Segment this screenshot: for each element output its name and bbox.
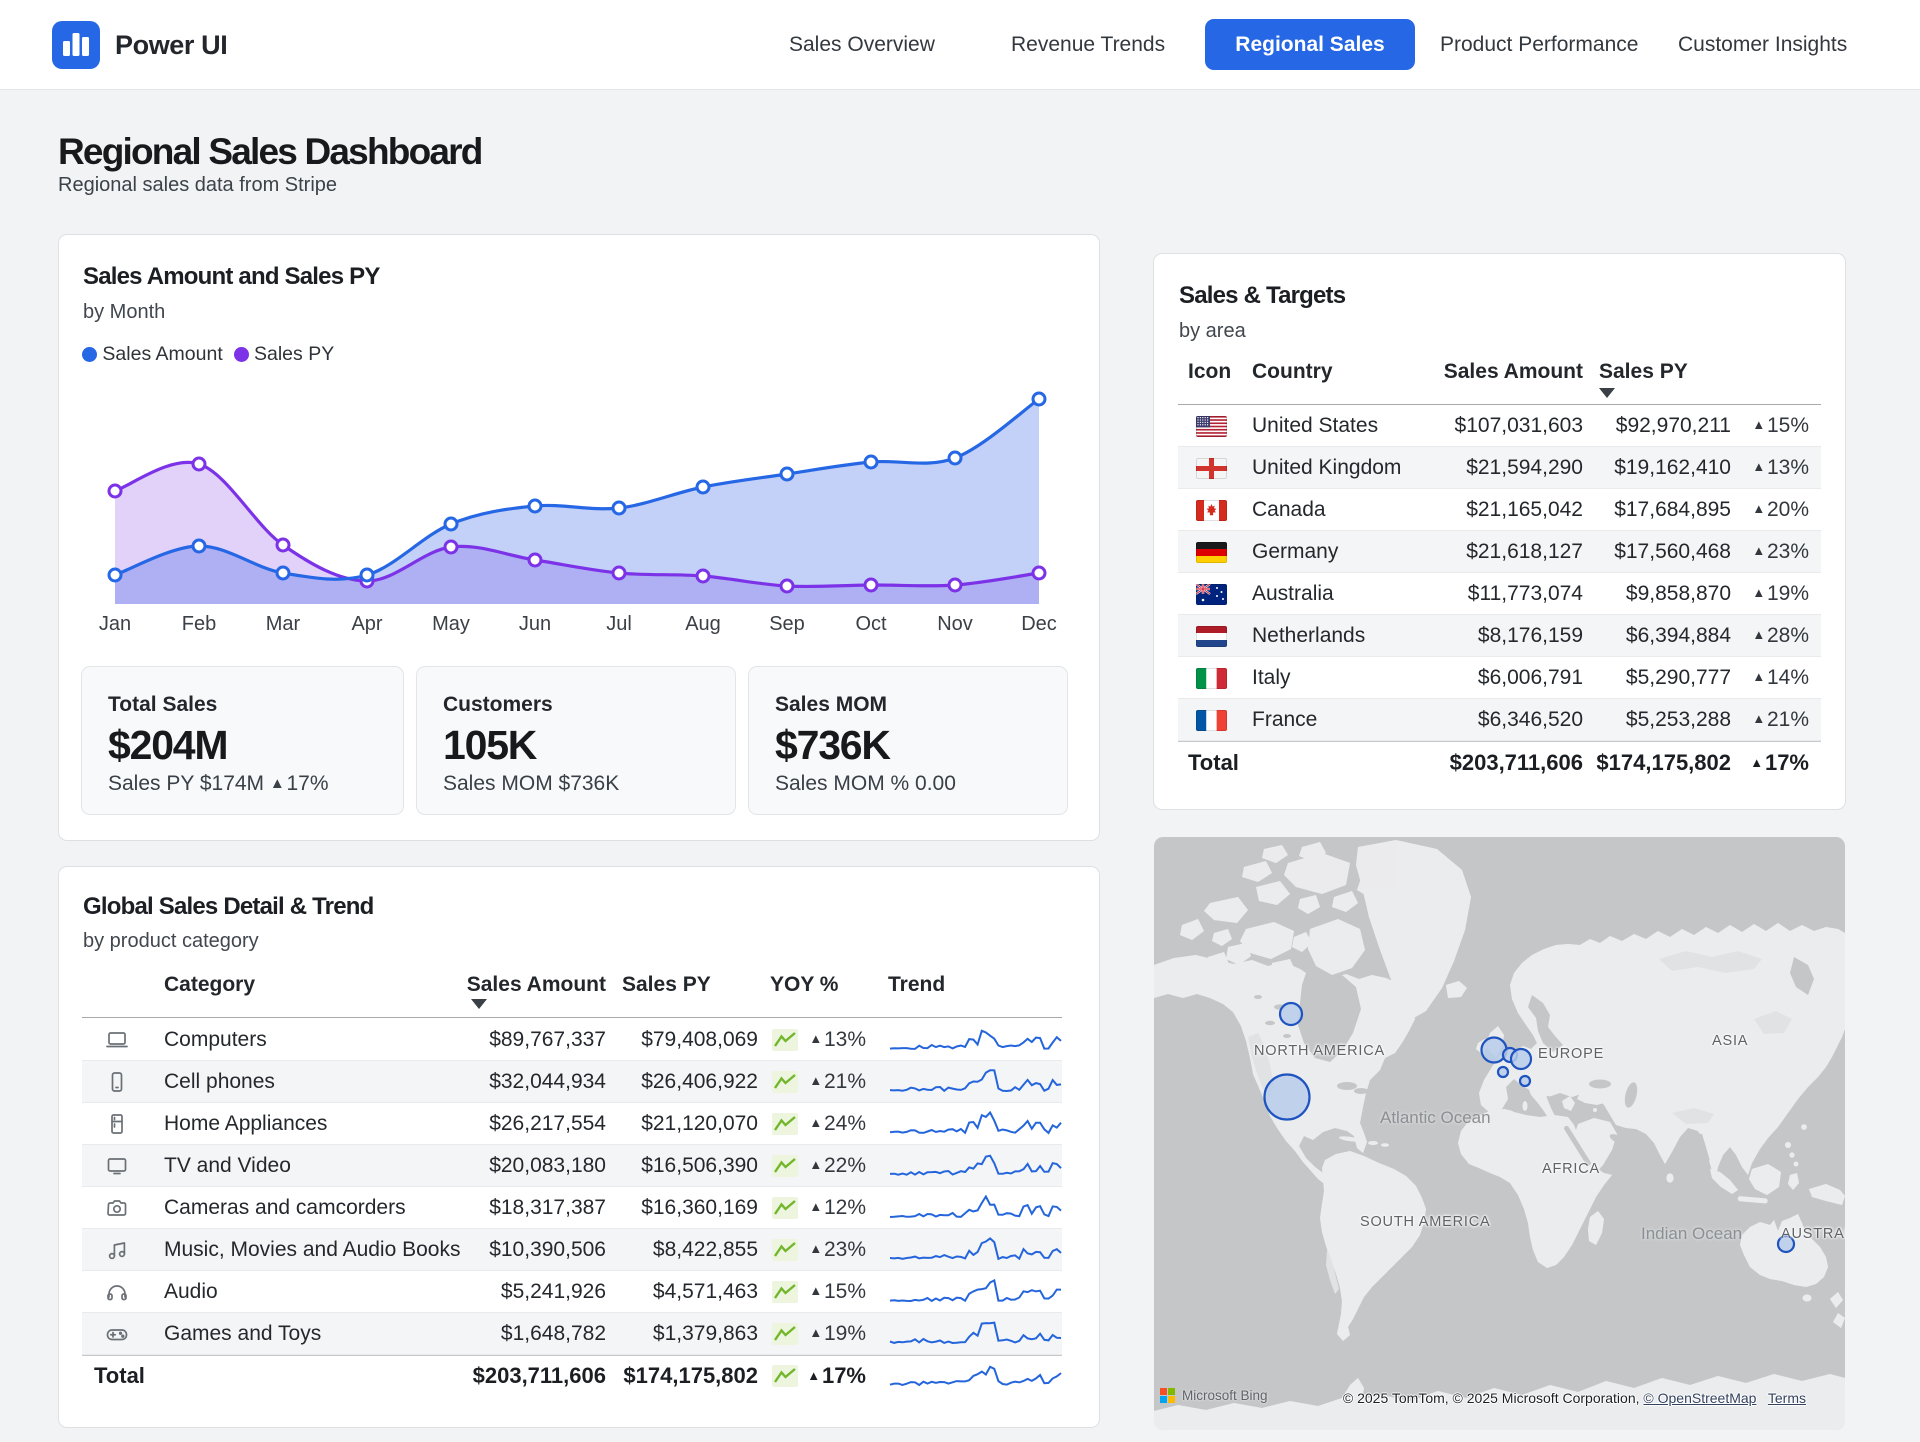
svg-text:Nov: Nov	[937, 613, 973, 635]
svg-text:Oct: Oct	[855, 613, 887, 635]
svg-text:Jul: Jul	[606, 613, 632, 635]
svg-text:Dec: Dec	[1021, 613, 1057, 635]
svg-text:Jan: Jan	[99, 613, 131, 635]
svg-text:Apr: Apr	[351, 613, 382, 635]
svg-text:Aug: Aug	[685, 613, 721, 635]
svg-text:May: May	[432, 613, 470, 635]
svg-text:Sep: Sep	[769, 613, 805, 635]
svg-text:Mar: Mar	[266, 613, 301, 635]
svg-text:Jun: Jun	[519, 613, 551, 635]
svg-text:Feb: Feb	[182, 613, 216, 635]
